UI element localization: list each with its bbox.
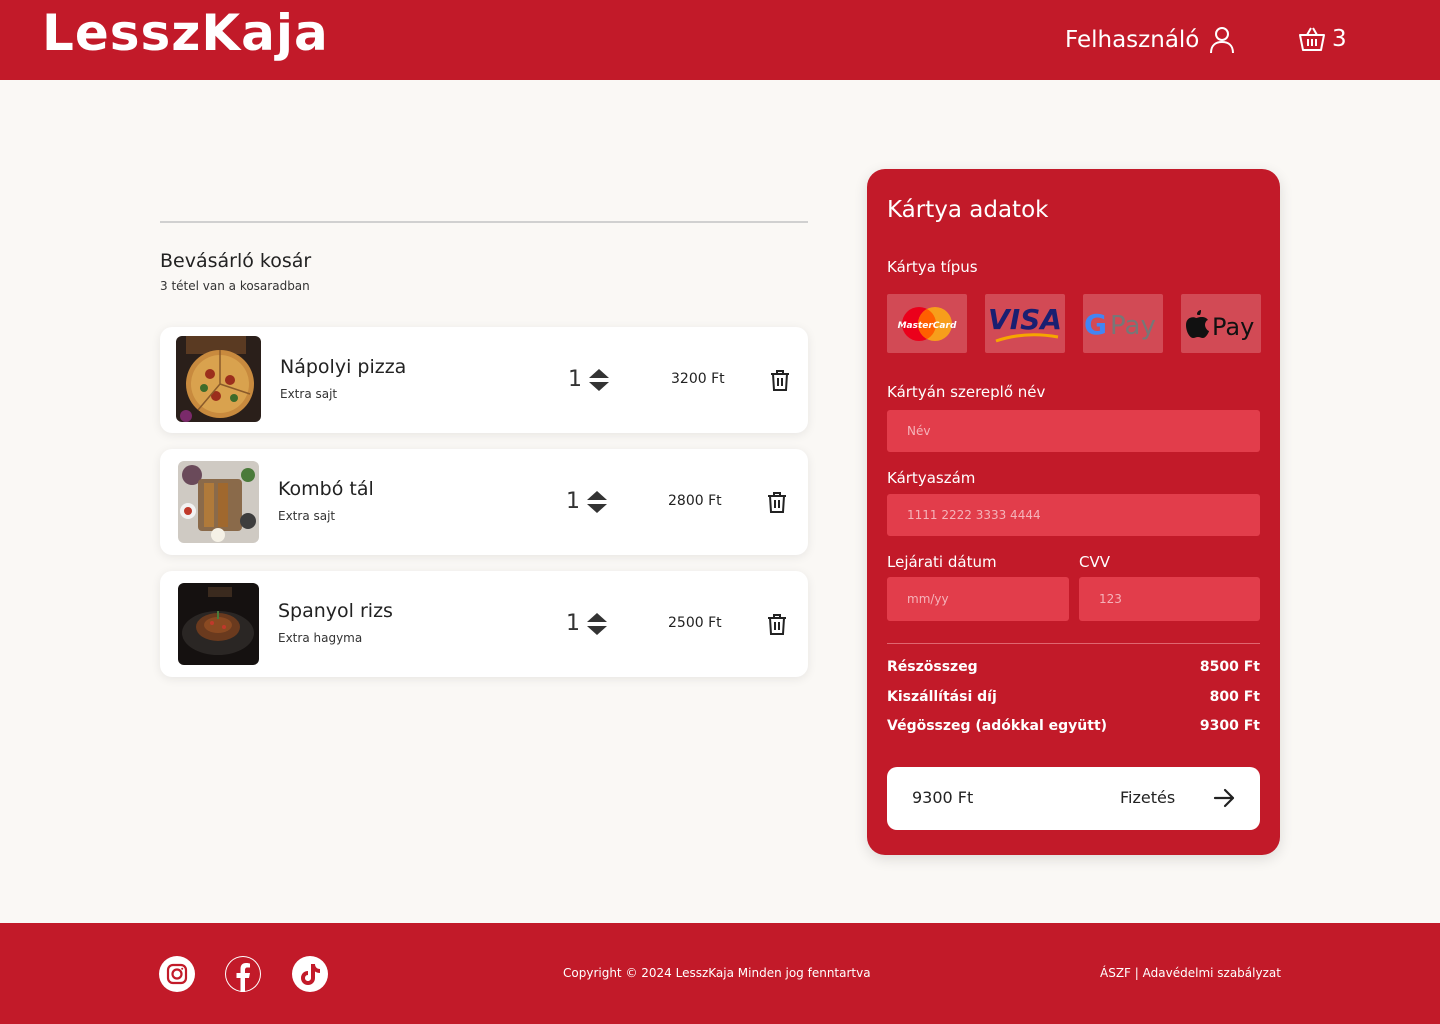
footer: Copyright © 2024 LesszKaja Minden jog fe… <box>0 923 1440 1024</box>
instagram-link[interactable] <box>159 956 195 992</box>
item-quantity: 1 <box>568 367 582 392</box>
item-price: 2800 Ft <box>668 493 722 509</box>
payment-title: Kártya adatok <box>887 197 1049 223</box>
item-price: 2500 Ft <box>668 615 722 631</box>
card-name-input[interactable] <box>887 410 1260 452</box>
pay-button-label: Fizetés <box>1120 788 1176 807</box>
cart-subtitle: 3 tétel van a kosaradban <box>160 279 310 293</box>
expiry-label: Lejárati dátum <box>887 553 997 571</box>
cart-title: Bevásárló kosár <box>160 250 312 272</box>
item-quantity: 1 <box>566 611 580 636</box>
visa-icon: VISA <box>988 303 1062 342</box>
item-quantity: 1 <box>566 489 580 514</box>
privacy-link[interactable]: Adavédelmi szabályzat <box>1143 966 1281 980</box>
arrow-right-icon <box>1213 788 1235 808</box>
trash-icon[interactable] <box>770 369 790 391</box>
apple-pay-option[interactable]: Pay <box>1181 294 1261 353</box>
trash-icon[interactable] <box>767 491 787 513</box>
google-g: G <box>1084 308 1107 341</box>
spanish-rice-image <box>178 583 259 665</box>
copyright-text: Copyright © 2024 LesszKaja Minden jog fe… <box>563 966 871 980</box>
cart-item: Spanyol rizs Extra hagyma 1 2500 Ft <box>160 571 808 677</box>
divider <box>160 221 808 223</box>
item-name: Kombó tál <box>278 478 374 500</box>
instagram-icon <box>166 963 188 985</box>
item-name: Nápolyi pizza <box>280 356 407 378</box>
legal-links: ÁSZF | Adavédelmi szabályzat <box>1100 966 1281 980</box>
apple-pay-text: Pay <box>1212 313 1254 341</box>
user-account-link[interactable]: Felhasználó <box>1065 26 1235 54</box>
trash-icon[interactable] <box>767 613 787 635</box>
pay-button-total: 9300 Ft <box>912 788 974 807</box>
header: LesszKaja Felhasználó 3 <box>0 0 1440 80</box>
divider <box>887 643 1260 644</box>
total-label: Végösszeg (adókkal együtt) <box>887 718 1108 734</box>
quantity-stepper-icon[interactable] <box>586 611 608 637</box>
google-pay-option[interactable]: G Pay <box>1083 294 1163 353</box>
logo[interactable]: LesszKaja <box>42 4 329 62</box>
quantity-stepper-icon[interactable] <box>586 489 608 515</box>
card-number-input[interactable] <box>887 494 1260 536</box>
delivery-value: 800 Ft <box>1209 689 1260 705</box>
basket-icon <box>1299 27 1325 51</box>
mastercard-text: MasterCard <box>898 321 957 331</box>
delivery-label: Kiszállítási díj <box>887 689 997 705</box>
pizza-image <box>176 336 261 422</box>
legal-separator: | <box>1134 966 1139 980</box>
tiktok-link[interactable] <box>292 956 328 992</box>
item-extra: Extra hagyma <box>278 631 363 645</box>
cvv-label: CVV <box>1079 553 1110 571</box>
user-label: Felhasználó <box>1065 27 1200 53</box>
visa-option[interactable]: VISA <box>985 294 1065 353</box>
facebook-icon <box>226 957 260 992</box>
total-value: 9300 Ft <box>1199 718 1260 734</box>
card-number-label: Kártyaszám <box>887 469 976 487</box>
item-price: 3200 Ft <box>671 371 725 387</box>
cart-item: Nápolyi pizza Extra sajt 1 3200 Ft <box>160 327 808 433</box>
user-icon <box>1210 27 1235 54</box>
name-label: Kártyán szereplő név <box>887 383 1046 401</box>
cart-link[interactable]: 3 <box>1298 26 1347 52</box>
google-pay-icon: G Pay <box>1084 308 1156 341</box>
cart-count: 3 <box>1332 26 1347 52</box>
mastercard-option[interactable]: MasterCard <box>887 294 967 353</box>
combo-platter-image <box>178 461 259 543</box>
subtotal-value: 8500 Ft <box>1199 659 1260 675</box>
terms-link[interactable]: ÁSZF <box>1100 966 1131 980</box>
google-pay-text: Pay <box>1110 311 1156 341</box>
card-type-label: Kártya típus <box>887 258 978 276</box>
cart-item: Kombó tál Extra sajt 1 2800 Ft <box>160 449 808 555</box>
subtotal-label: Részösszeg <box>887 659 978 675</box>
item-extra: Extra sajt <box>278 509 336 523</box>
pay-button[interactable]: 9300 Ft Fizetés <box>887 767 1260 830</box>
cvv-input[interactable] <box>1079 577 1260 621</box>
tiktok-icon <box>301 964 320 985</box>
mastercard-icon: MasterCard <box>898 306 957 341</box>
item-extra: Extra sajt <box>280 387 338 401</box>
payment-panel: Kártya adatok Kártya típus MasterCard VI… <box>867 169 1280 855</box>
apple-pay-icon: Pay <box>1186 309 1254 341</box>
facebook-link[interactable] <box>225 956 261 992</box>
item-name: Spanyol rizs <box>278 600 393 622</box>
quantity-stepper-icon[interactable] <box>588 367 610 393</box>
visa-text: VISA <box>988 303 1062 336</box>
expiry-input[interactable] <box>887 577 1069 621</box>
